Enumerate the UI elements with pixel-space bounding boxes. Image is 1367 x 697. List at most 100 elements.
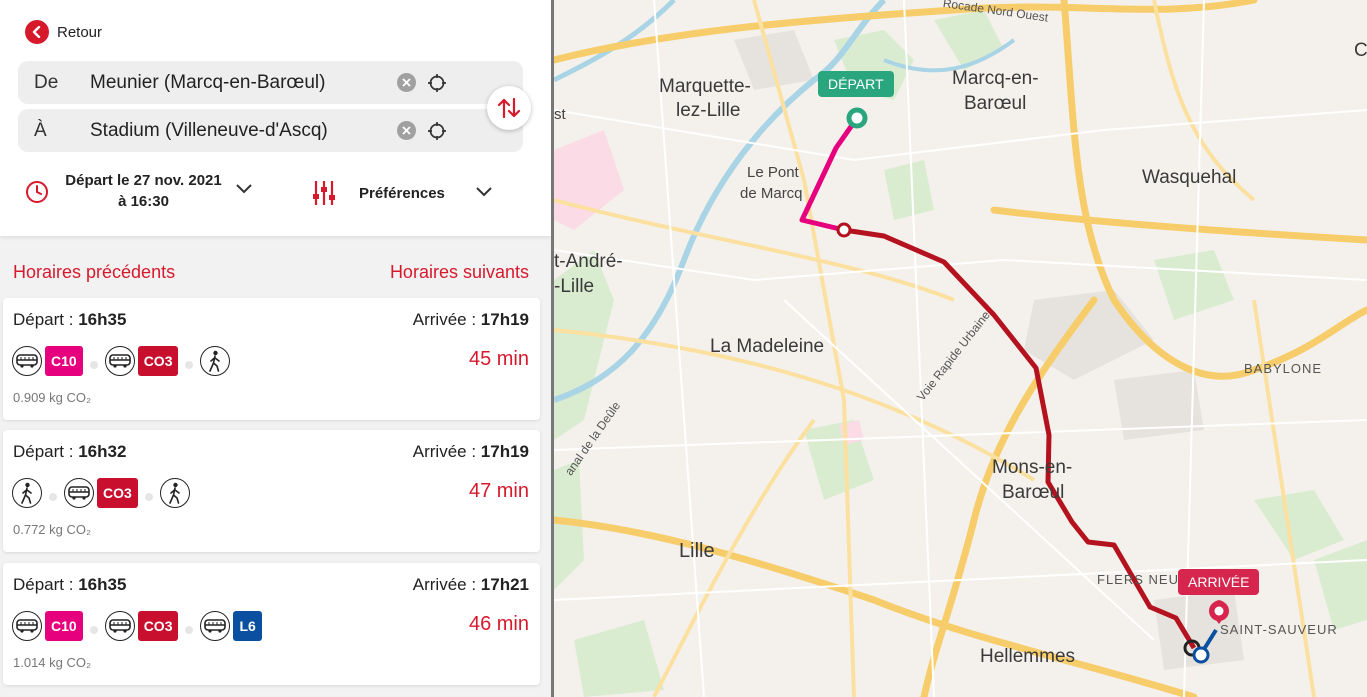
co2-emission: 1.014 kg CO₂: [13, 655, 92, 670]
departure-date: Départ le 27 nov. 2021: [65, 172, 222, 189]
place-label: Le Pont: [747, 164, 799, 181]
locate-to-icon[interactable]: [427, 121, 447, 141]
chevron-down-icon: [236, 184, 252, 194]
departure-time: Départ : 16h35: [13, 575, 126, 595]
journey-legs: C10 CO3 L6: [12, 611, 262, 641]
chevron-left-icon: [25, 20, 49, 44]
back-label: Retour: [57, 23, 103, 41]
place-label: de Marcq: [740, 185, 803, 202]
arrival-label: Arrivée :: [412, 575, 481, 594]
departure-label: Départ :: [13, 575, 79, 594]
bus-icon: [12, 611, 42, 641]
preferences-sliders-icon[interactable]: [312, 180, 336, 206]
place-label: Marcq-en-: [952, 68, 1039, 89]
leg-separator: [89, 626, 98, 634]
place-label: Lille: [679, 540, 715, 562]
line-badge-l6: L6: [233, 611, 262, 641]
bus-icon: [64, 478, 94, 508]
previous-schedules-link[interactable]: Horaires précédents: [13, 262, 175, 283]
arrival-label: Arrivée :: [412, 310, 481, 329]
departure-value: 16h35: [78, 575, 127, 594]
to-input[interactable]: Stadium (Villeneuve-d'Ascq): [90, 120, 328, 142]
place-label: Barœul: [1002, 482, 1065, 503]
place-label: st: [554, 106, 566, 123]
arrival-value: 17h19: [480, 442, 529, 461]
leg-separator: [49, 493, 57, 501]
place-label: -Lille: [554, 276, 595, 297]
departure-value: 16h32: [78, 442, 127, 461]
co2-emission: 0.909 kg CO₂: [13, 390, 92, 405]
clock-icon: [26, 181, 48, 203]
departure-label: Départ :: [13, 310, 79, 329]
place-label: La Madeleine: [710, 336, 825, 357]
journey-card[interactable]: Départ : 16h35 Arrivée : 17h21 C10 CO3 L…: [3, 563, 540, 685]
co2-emission: 0.772 kg CO₂: [13, 522, 92, 537]
clear-to-icon[interactable]: [397, 121, 416, 140]
walk-icon: [159, 478, 190, 508]
locate-from-icon[interactable]: [427, 73, 447, 93]
journey-duration: 45 min: [468, 348, 529, 370]
arrival-label: Arrivée :: [412, 442, 481, 461]
line-badge-c10: C10: [45, 346, 83, 376]
search-form: Retour De Meunier (Marcq-en-Barœul) À St…: [0, 0, 551, 236]
leg-separator: [144, 493, 153, 501]
walk-icon: [200, 346, 231, 376]
place-label: lez-Lille: [676, 100, 741, 121]
departure-time: Départ : 16h32: [13, 442, 126, 462]
to-field[interactable]: À Stadium (Villeneuve-d'Ascq): [18, 109, 523, 152]
arrival-time: Arrivée : 17h19: [413, 442, 529, 462]
arrival-time: Arrivée : 17h21: [413, 575, 529, 595]
arrival-value: 17h21: [480, 575, 529, 594]
chevron-down-icon[interactable]: [475, 186, 493, 198]
line-badge-c10: C10: [45, 611, 83, 641]
journey-card[interactable]: Départ : 16h32 Arrivée : 17h19 CO3 47 mi…: [3, 430, 540, 552]
place-label: Mons-en-: [992, 457, 1073, 478]
back-button[interactable]: Retour: [25, 20, 102, 44]
journey-legs: CO3: [12, 478, 190, 508]
transfer-stop-marker[interactable]: [1192, 646, 1210, 664]
departure-value: 16h35: [78, 310, 127, 329]
place-label: FLERS NEU: [1097, 572, 1179, 587]
journey-legs: C10 CO3: [12, 346, 231, 376]
bus-icon: [104, 611, 135, 641]
bus-icon: [104, 346, 135, 376]
swap-arrows-icon: [497, 97, 521, 119]
bus-icon: [12, 346, 42, 376]
to-label: À: [34, 119, 47, 141]
preferences-label[interactable]: Préférences: [359, 185, 445, 202]
journey-card[interactable]: Départ : 16h35 Arrivée : 17h19 C10 CO3 4…: [3, 298, 540, 420]
leg-separator: [89, 361, 98, 369]
departure-label: Départ :: [13, 442, 79, 461]
departure-stop-marker[interactable]: [846, 107, 868, 129]
arrival-time: Arrivée : 17h19: [413, 310, 529, 330]
place-label: t-André-: [554, 251, 623, 272]
place-label: Marquette-: [659, 76, 751, 97]
line-badge-co3: CO3: [97, 478, 138, 508]
place-label: BABYLONE: [1244, 361, 1323, 376]
itinerary-panel: Retour De Meunier (Marcq-en-Barœul) À St…: [0, 0, 551, 697]
departure-time: Départ : 16h35: [13, 310, 126, 330]
departure-time-text: Départ le 27 nov. 2021 à 16:30: [62, 170, 225, 212]
leg-separator: [185, 361, 194, 369]
journey-duration: 46 min: [468, 613, 529, 635]
next-schedules-link[interactable]: Horaires suivants: [390, 262, 529, 283]
place-label: Hellemmes: [980, 646, 1076, 667]
swap-button[interactable]: [487, 86, 531, 130]
line-badge-co3: CO3: [137, 346, 179, 376]
line-badge-co3: CO3: [137, 611, 179, 641]
walk-icon: [12, 478, 42, 508]
from-input[interactable]: Meunier (Marcq-en-Barœul): [90, 72, 325, 94]
from-field[interactable]: De Meunier (Marcq-en-Barœul): [18, 61, 523, 104]
bus-icon: [200, 611, 231, 641]
arrival-tag: ARRIVÉE: [1178, 569, 1260, 595]
departure-tag: DÉPART: [818, 71, 894, 97]
departure-hour: à 16:30: [118, 193, 169, 210]
map-view[interactable]: DÉPART ARRIVÉE Marquette- lez-Lille Marc…: [554, 0, 1367, 697]
place-label: Wasquehal: [1142, 167, 1237, 188]
clear-from-icon[interactable]: [397, 73, 416, 92]
leg-separator: [185, 626, 194, 634]
journey-duration: 47 min: [468, 480, 529, 502]
from-label: De: [34, 71, 59, 93]
transfer-stop-marker[interactable]: [836, 222, 852, 238]
place-label: Barœul: [964, 93, 1027, 114]
